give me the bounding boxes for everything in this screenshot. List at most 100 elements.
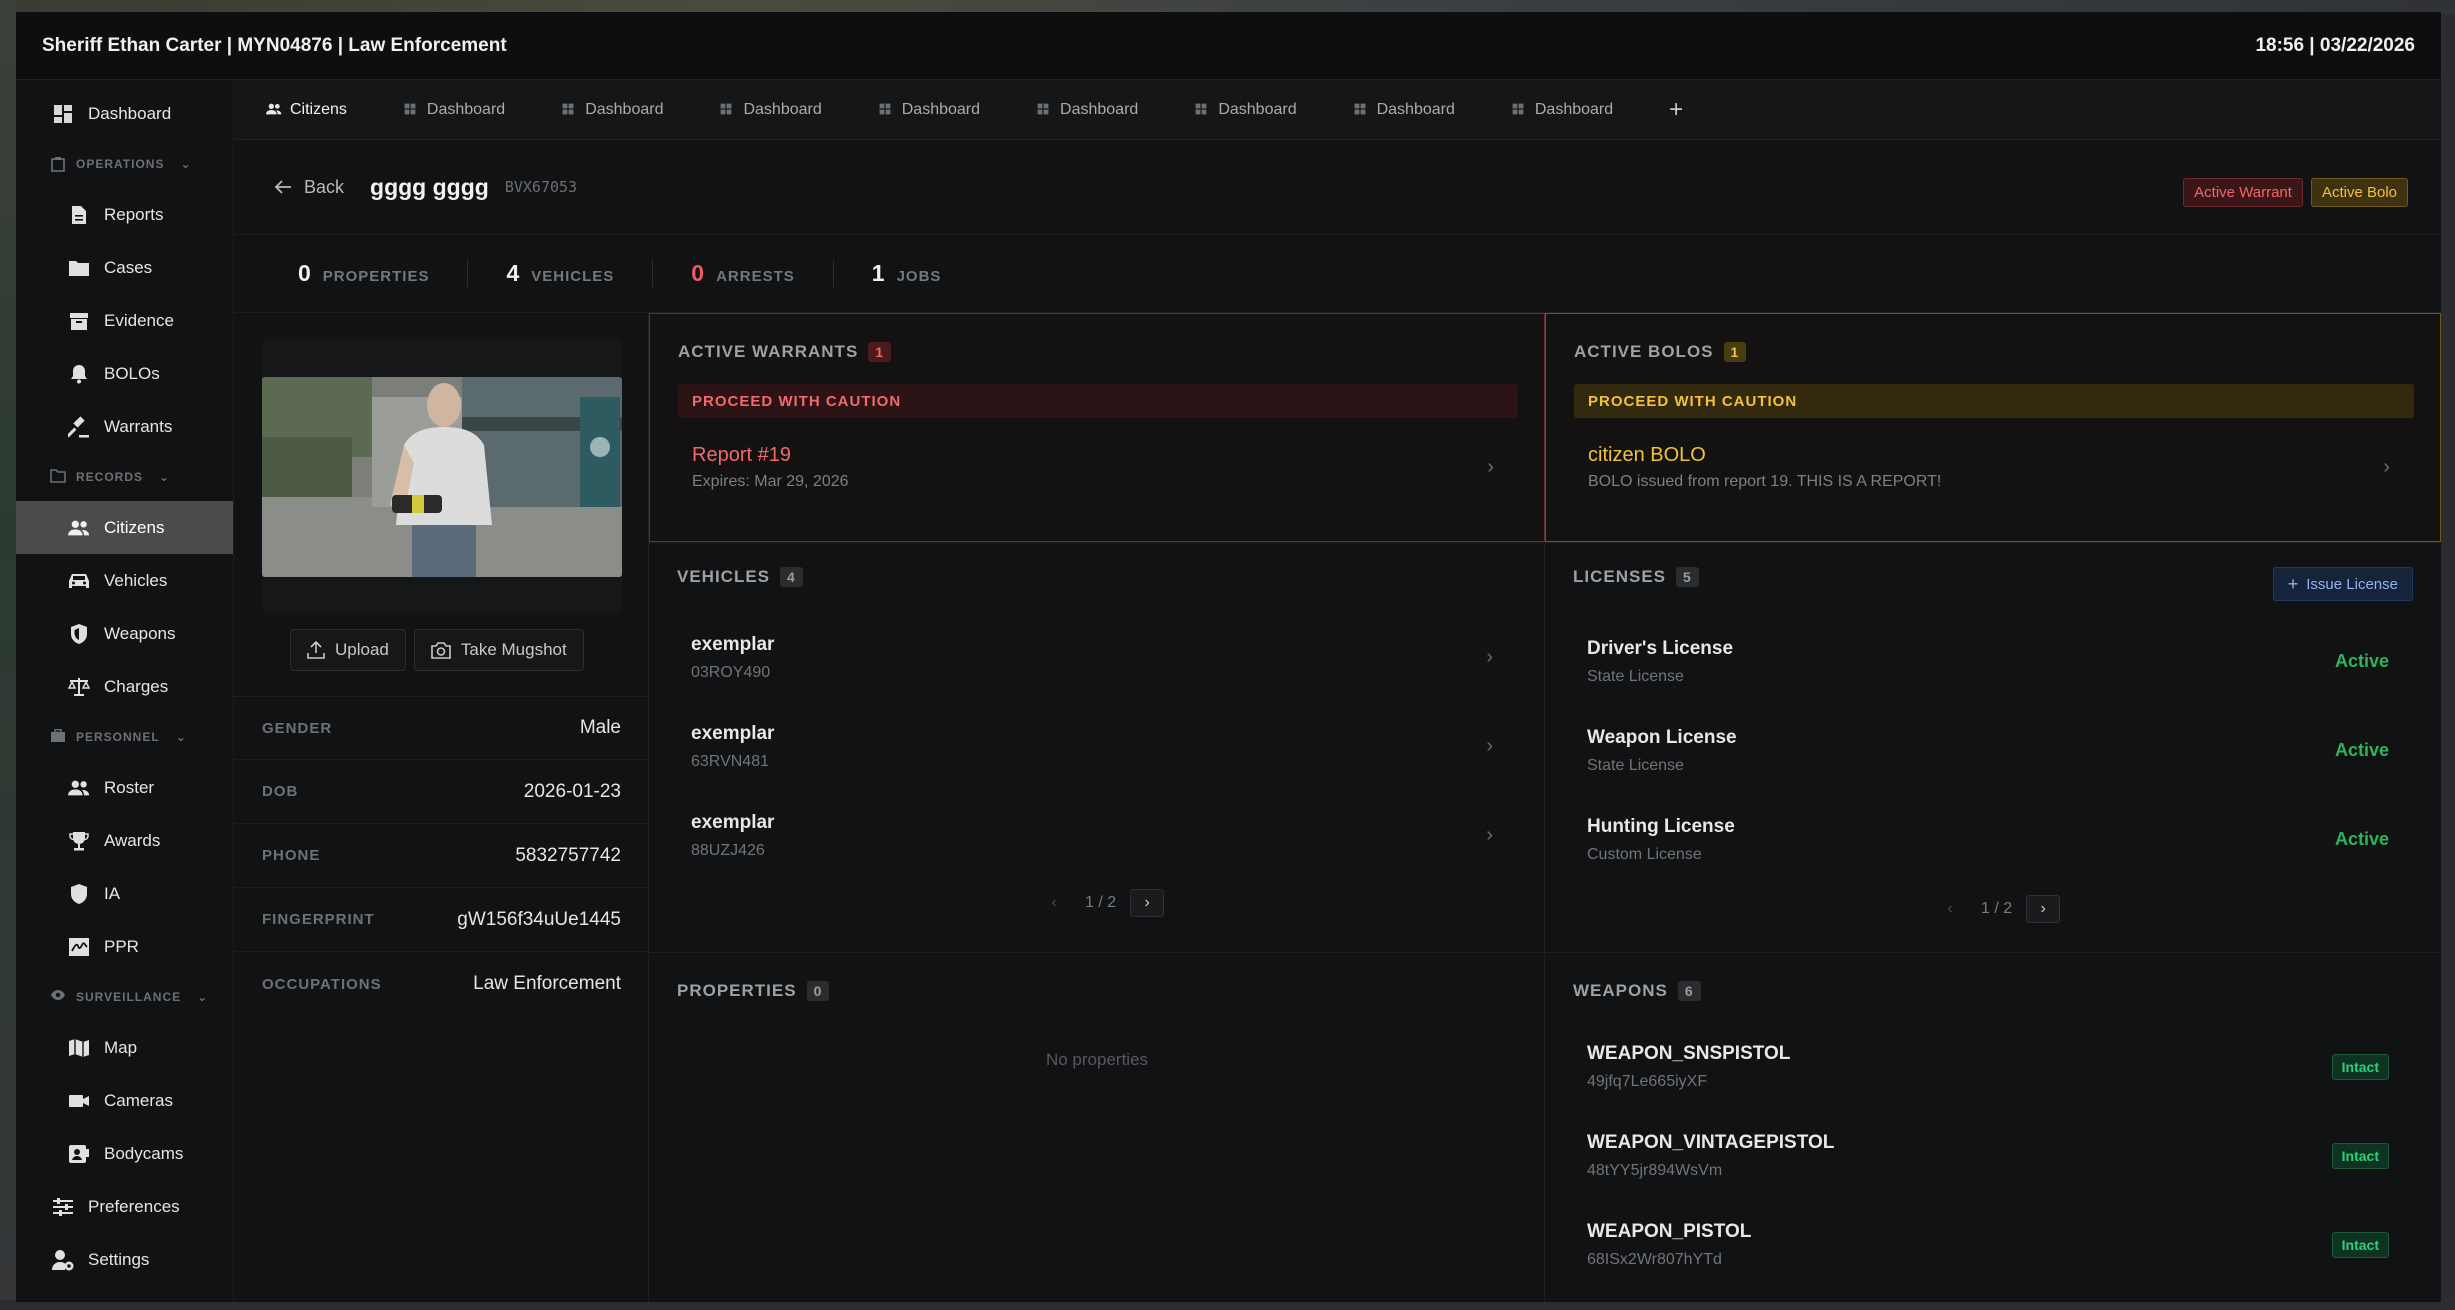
tab-citizens[interactable]: Citizens: [266, 101, 347, 119]
sidebar-item-vehicles[interactable]: Vehicles: [16, 554, 233, 607]
dashboard-icon: [1511, 103, 1527, 117]
license-item[interactable]: Driver's License State License Active: [1573, 617, 2413, 706]
next-page-button[interactable]: ›: [2026, 895, 2061, 923]
tab-dashboard[interactable]: Dashboard: [1194, 101, 1297, 119]
license-type: State License: [1587, 667, 1684, 685]
mugshot-photo: [262, 377, 622, 577]
sidebar-item-ppr[interactable]: PPR: [16, 920, 233, 973]
bolo-entry[interactable]: citizen BOLO BOLO issued from report 19.…: [1574, 432, 2414, 502]
sidebar-item-charges[interactable]: Charges: [16, 660, 233, 713]
chevron-right-icon: ›: [1486, 646, 1493, 668]
weapon-item[interactable]: WEAPON_PISTOL 68ISx2Wr807hYTd Intact: [1573, 1200, 2413, 1289]
officer-title: Sheriff Ethan Carter | MYN04876 | Law En…: [42, 34, 507, 56]
tab-label: Dashboard: [743, 100, 822, 118]
sidebar-item-label: Evidence: [104, 310, 174, 330]
sidebar-item-citizens[interactable]: Citizens: [16, 501, 233, 554]
section-records[interactable]: RECORDS ⌄: [16, 453, 233, 501]
license-name: Weapon License: [1587, 726, 1737, 748]
mugshot-frame: [262, 339, 622, 613]
tab-dashboard[interactable]: Dashboard: [719, 100, 822, 119]
sidebar-item-awards[interactable]: Awards: [16, 814, 233, 867]
take-mugshot-button[interactable]: Take Mugshot: [413, 629, 584, 671]
sidebar-item-cameras[interactable]: Cameras: [16, 1074, 233, 1127]
tab-label: Dashboard: [1534, 100, 1614, 118]
sidebar-item-roster[interactable]: Roster: [16, 761, 233, 814]
section-surveillance[interactable]: SURVEILLANCE ⌄: [16, 973, 233, 1021]
sidebar-item-reports[interactable]: Reports: [16, 188, 233, 241]
clipboard-icon: [50, 156, 66, 172]
folder-outline-icon: [50, 469, 66, 485]
info-value: Law Enforcement: [473, 973, 621, 994]
tab-dashboard[interactable]: Dashboard: [1353, 101, 1455, 119]
dashboard-icon: [561, 103, 577, 117]
chevron-right-icon: ›: [1487, 455, 1494, 478]
panel-title: ACTIVE WARRANTS 1: [678, 342, 892, 362]
stat-properties: 0 PROPERTIES: [298, 260, 469, 287]
vehicle-item[interactable]: exemplar 88UZJ426 ›: [677, 791, 1517, 880]
sidebar: Dashboard OPERATIONS ⌄ Reports Cases Evi…: [16, 80, 234, 1302]
licenses-pager: ‹ 1 / 2 ›: [1933, 895, 2061, 923]
weapons-section: WEAPONS 6 WEAPON_SNSPISTOL 49jfq7Le665iyX…: [1545, 952, 2441, 1302]
status-badges: Active Warrant Active Bolo: [2175, 178, 2408, 207]
sidebar-item-weapons[interactable]: Weapons: [16, 607, 233, 660]
active-bolos-panel: ACTIVE BOLOS 1 PROCEED WITH CAUTION citi…: [1545, 313, 2441, 542]
citizen-info: GENDER Male DOB 2026-01-23 PHONE 5832757742…: [234, 696, 649, 1016]
sidebar-item-settings[interactable]: Settings: [16, 1233, 233, 1286]
back-button[interactable]: Back: [274, 177, 344, 198]
clock: 18:56 | 03/22/2026: [2255, 34, 2415, 56]
bolos-count: 1: [1723, 342, 1747, 362]
tab-label: Dashboard: [585, 100, 664, 118]
citizen-name: gggg gggg: [370, 173, 489, 200]
prev-page-button[interactable]: ‹: [1933, 895, 1967, 923]
add-tab-button[interactable]: +: [1669, 96, 1683, 124]
sidebar-item-preferences[interactable]: Preferences: [16, 1180, 233, 1233]
stat-vehicles: 4 VEHICLES: [506, 260, 654, 287]
sidebar-item-label: Warrants: [104, 416, 173, 436]
sidebar-item-warrants[interactable]: Warrants: [16, 400, 233, 453]
sidebar-item-bolos[interactable]: BOLOs: [16, 347, 233, 400]
issue-license-button[interactable]: + Issue License: [2272, 567, 2413, 601]
tab-dashboard[interactable]: Dashboard: [878, 101, 980, 119]
warrant-entry[interactable]: Report #19 Expires: Mar 29, 2026 ›: [678, 432, 1518, 502]
section-personnel[interactable]: PERSONNEL ⌄: [16, 713, 233, 761]
tab-dashboard[interactable]: Dashboard: [403, 101, 505, 119]
dashboard-icon: [1353, 103, 1369, 117]
info-key: OCCUPATIONS: [262, 975, 382, 993]
sidebar-item-label: Awards: [104, 830, 161, 850]
weapons-count: 6: [1677, 981, 1701, 1001]
prev-page-button[interactable]: ‹: [1037, 889, 1071, 917]
camera-icon: [431, 642, 451, 659]
license-name: Hunting License: [1587, 815, 1735, 837]
info-row-dob: DOB 2026-01-23: [234, 760, 649, 824]
license-item[interactable]: Weapon License State License Active: [1573, 706, 2413, 795]
stat-number: 0: [298, 260, 311, 286]
sidebar-item-label: Cameras: [104, 1090, 173, 1110]
sidebar-item-label: Weapons: [104, 623, 176, 643]
sidebar-item-bodycams[interactable]: Bodycams: [16, 1127, 233, 1180]
eye-icon: [50, 989, 66, 1005]
license-item[interactable]: Hunting License Custom License Active: [1573, 795, 2413, 884]
sidebar-item-evidence[interactable]: Evidence: [16, 294, 233, 347]
section-operations[interactable]: OPERATIONS ⌄: [16, 140, 233, 188]
vehicle-item[interactable]: exemplar 03ROY490 ›: [677, 613, 1517, 702]
sidebar-item-ia[interactable]: IA: [16, 867, 233, 920]
section-label: OPERATIONS: [76, 157, 165, 171]
tab-dashboard[interactable]: Dashboard: [1511, 101, 1613, 119]
sidebar-item-label: BOLOs: [104, 363, 160, 383]
next-page-button[interactable]: ›: [1130, 889, 1165, 917]
weapon-item[interactable]: WEAPON_SNSPISTOL 49jfq7Le665iyXF Intact: [1573, 1022, 2413, 1111]
bell-icon: [68, 363, 90, 385]
sidebar-item-cases[interactable]: Cases: [16, 241, 233, 294]
sidebar-item-dashboard[interactable]: Dashboard: [16, 87, 233, 140]
upload-button[interactable]: Upload: [290, 629, 406, 671]
sidebar-item-map[interactable]: Map: [16, 1021, 233, 1074]
weapon-item[interactable]: WEAPON_VINTAGEPISTOL 48tYY5jr894WsVm Inta…: [1573, 1111, 2413, 1200]
properties-count: 0: [806, 981, 830, 1001]
weapon-name: WEAPON_PISTOL: [1587, 1220, 1752, 1242]
tab-dashboard[interactable]: Dashboard: [1036, 101, 1138, 119]
citizen-header: Back gggg gggg BVX67053 Active Warrant A…: [234, 140, 2441, 235]
info-value: Male: [579, 717, 621, 738]
tab-dashboard[interactable]: Dashboard: [561, 101, 663, 119]
tab-label: Dashboard: [901, 100, 981, 118]
vehicle-item[interactable]: exemplar 63RVN481 ›: [677, 702, 1517, 791]
